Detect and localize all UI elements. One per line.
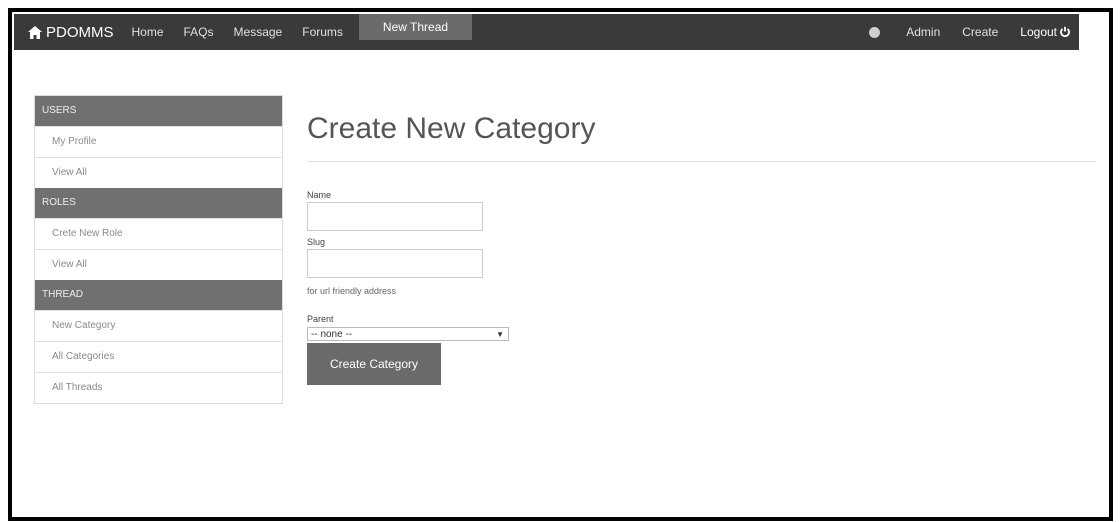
brand-label: PDOMMS bbox=[46, 23, 114, 41]
nav-message[interactable]: Message bbox=[234, 25, 283, 39]
logout-link[interactable]: Logout bbox=[1020, 25, 1071, 39]
parent-select-value: -- none -- bbox=[311, 329, 353, 340]
brand-link[interactable]: PDOMMS bbox=[28, 24, 114, 41]
slug-input[interactable] bbox=[307, 249, 483, 278]
name-input[interactable] bbox=[307, 202, 483, 231]
slug-help-text: for url friendly address bbox=[307, 286, 397, 296]
nav-home[interactable]: Home bbox=[132, 25, 164, 39]
home-icon bbox=[28, 25, 42, 39]
sidebar-section-thread: THREAD bbox=[35, 280, 282, 310]
nav-create[interactable]: Create bbox=[962, 25, 998, 39]
parent-label: Parent bbox=[307, 314, 334, 324]
sidebar-item-my-profile[interactable]: My Profile bbox=[35, 126, 282, 157]
sidebar-item-all-categories[interactable]: All Categories bbox=[35, 341, 282, 372]
sidebar-item-new-category[interactable]: New Category bbox=[35, 310, 282, 341]
nav-right-group: Admin Create Logout bbox=[869, 25, 1071, 39]
top-navbar: PDOMMS Home FAQs Message Forums New Thre… bbox=[14, 14, 1079, 50]
sidebar-item-create-role[interactable]: Crete New Role bbox=[35, 218, 282, 249]
logout-label: Logout bbox=[1020, 25, 1057, 39]
create-category-button[interactable]: Create Category bbox=[307, 343, 441, 385]
title-divider bbox=[307, 161, 1096, 162]
sidebar-item-all-threads[interactable]: All Threads bbox=[35, 372, 282, 403]
nav-admin[interactable]: Admin bbox=[906, 25, 940, 39]
power-icon bbox=[1060, 26, 1070, 38]
sidebar-item-view-all-users[interactable]: View All bbox=[35, 157, 282, 188]
slug-label: Slug bbox=[307, 237, 326, 247]
caret-down-icon: ▼ bbox=[496, 330, 504, 339]
sidebar-section-roles: ROLES bbox=[35, 188, 282, 218]
sidebar: USERS My Profile View All ROLES Crete Ne… bbox=[34, 95, 283, 404]
sidebar-section-users: USERS bbox=[35, 96, 282, 126]
nav-faqs[interactable]: FAQs bbox=[184, 25, 214, 39]
nav-forums[interactable]: Forums bbox=[302, 25, 343, 39]
parent-select[interactable]: -- none -- ▼ bbox=[307, 327, 509, 341]
globe-icon[interactable] bbox=[869, 26, 881, 38]
name-label: Name bbox=[307, 190, 332, 200]
nav-new-thread[interactable]: New Thread bbox=[358, 14, 473, 40]
page-title: Create New Category bbox=[307, 112, 596, 145]
sidebar-item-view-all-roles[interactable]: View All bbox=[35, 249, 282, 280]
